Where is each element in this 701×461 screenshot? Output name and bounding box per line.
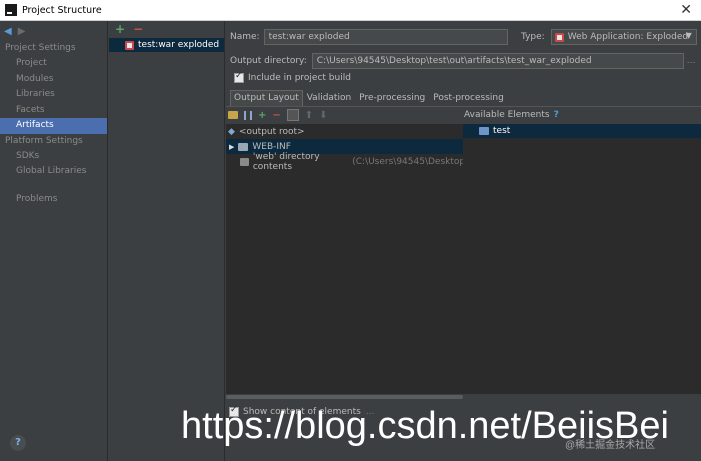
move-down-icon[interactable]: ⬇ — [319, 110, 327, 121]
create-archive-icon[interactable] — [244, 110, 252, 120]
output-layout-tree: ◆ <output root> ▶ WEB-INF 'web' director… — [226, 124, 463, 394]
forward-arrow-icon[interactable]: ▶ — [18, 26, 26, 37]
artifact-editor: Name: test:war exploded Type: Web Applic… — [226, 21, 701, 461]
tree-row-web-directory[interactable]: 'web' directory contents (C:\Users\94545… — [226, 151, 463, 172]
war-artifact-icon — [125, 40, 134, 50]
create-directory-icon[interactable] — [228, 111, 238, 119]
web-app-type-icon — [554, 32, 564, 42]
tab-output-layout[interactable]: Output Layout — [230, 90, 303, 106]
type-row: Type: Web Application: Exploded ▼ — [521, 29, 697, 45]
tab-pre-processing[interactable]: Pre-processing — [355, 90, 429, 106]
title-bar: Project Structure ✕ — [0, 0, 701, 21]
name-label: Name: — [230, 32, 260, 42]
available-elements-header: Available Elements ? — [463, 108, 559, 122]
available-item-label: test — [493, 126, 511, 136]
nav-item-artifacts[interactable]: Artifacts — [0, 118, 107, 134]
artifacts-list-panel: + − test:war exploded — [109, 21, 225, 461]
remove-element-icon[interactable]: − — [272, 110, 280, 121]
app-icon — [5, 4, 17, 16]
scrollbar-thumb[interactable] — [226, 395, 463, 399]
output-directory-input[interactable]: C:\Users\94545\Desktop\test\out\artifact… — [311, 53, 684, 69]
nav-item-sdks[interactable]: SDKs — [0, 149, 107, 165]
directory-contents-icon — [240, 157, 249, 166]
name-row: Name: test:war exploded — [230, 29, 508, 45]
horizontal-scrollbar[interactable] — [226, 394, 463, 400]
watermark-community: @稀土掘金技术社区 — [565, 440, 656, 451]
type-select[interactable]: Web Application: Exploded ▼ — [550, 29, 697, 45]
name-input[interactable]: test:war exploded — [263, 29, 508, 45]
help-icon[interactable]: ? — [554, 110, 559, 120]
type-select-value: Web Application: Exploded — [567, 32, 689, 42]
tree-row-path: (C:\Users\94545\Desktop\te — [352, 156, 463, 167]
settings-nav: ◀ ▶ Project Settings Project Modules Lib… — [0, 21, 108, 461]
output-row: Output directory: C:\Users\94545\Desktop… — [230, 53, 695, 69]
tree-row-output-root[interactable]: ◆ <output root> — [226, 124, 463, 139]
available-elements-list: test — [463, 124, 701, 394]
close-icon[interactable]: ✕ — [680, 2, 692, 18]
output-directory-label: Output directory: — [230, 56, 307, 66]
include-row: Include in project build — [234, 71, 351, 83]
help-button[interactable]: ? — [10, 435, 26, 451]
nav-toolbar: ◀ ▶ — [0, 21, 107, 41]
nav-item-libraries[interactable]: Libraries — [0, 87, 107, 103]
nav-item-modules[interactable]: Modules — [0, 72, 107, 88]
include-in-build-label: Include in project build — [248, 73, 351, 83]
nav-section-platform-settings: Platform Settings — [5, 135, 83, 146]
artifacts-toolbar: + − — [109, 21, 224, 37]
chevron-down-icon: ▼ — [685, 31, 692, 40]
window-title: Project Structure — [22, 4, 102, 16]
nav-section-project-settings: Project Settings — [5, 43, 76, 53]
nav-item-project[interactable]: Project — [0, 56, 107, 72]
back-arrow-icon[interactable]: ◀ — [4, 26, 12, 37]
nav-item-facets[interactable]: Facets — [0, 103, 107, 119]
tab-validation[interactable]: Validation — [303, 90, 355, 106]
layout-toolbar: + − ⬆ ⬇ — [228, 108, 328, 122]
remove-artifact-button[interactable]: − — [133, 22, 143, 36]
tree-row-label: WEB-INF — [252, 141, 291, 152]
move-up-icon[interactable]: ⬆ — [305, 110, 313, 121]
artifact-item[interactable]: test:war exploded — [109, 38, 224, 52]
add-copy-icon[interactable]: + — [258, 110, 266, 121]
tree-row-label: <output root> — [238, 126, 305, 137]
expand-arrow-icon[interactable]: ▶ — [229, 143, 234, 151]
tab-post-processing[interactable]: Post-processing — [429, 90, 508, 106]
available-elements-title: Available Elements — [464, 110, 550, 120]
folder-icon — [238, 142, 249, 151]
type-label: Type: — [521, 32, 545, 42]
add-artifact-button[interactable]: + — [115, 22, 125, 36]
available-item-test[interactable]: test — [463, 124, 701, 138]
sort-elements-icon[interactable] — [286, 109, 299, 121]
tree-row-label: 'web' directory contents — [252, 151, 320, 172]
output-root-icon: ◆ — [228, 126, 235, 137]
nav-item-problems[interactable]: Problems — [0, 192, 107, 208]
include-in-build-checkbox[interactable] — [234, 71, 244, 83]
artifact-item-label: test:war exploded — [138, 40, 220, 50]
tab-strip: Output Layout Validation Pre-processing … — [230, 90, 508, 106]
module-folder-icon — [479, 127, 489, 135]
nav-item-global-libraries[interactable]: Global Libraries — [0, 164, 107, 180]
browse-button[interactable]: ... — [687, 56, 696, 66]
